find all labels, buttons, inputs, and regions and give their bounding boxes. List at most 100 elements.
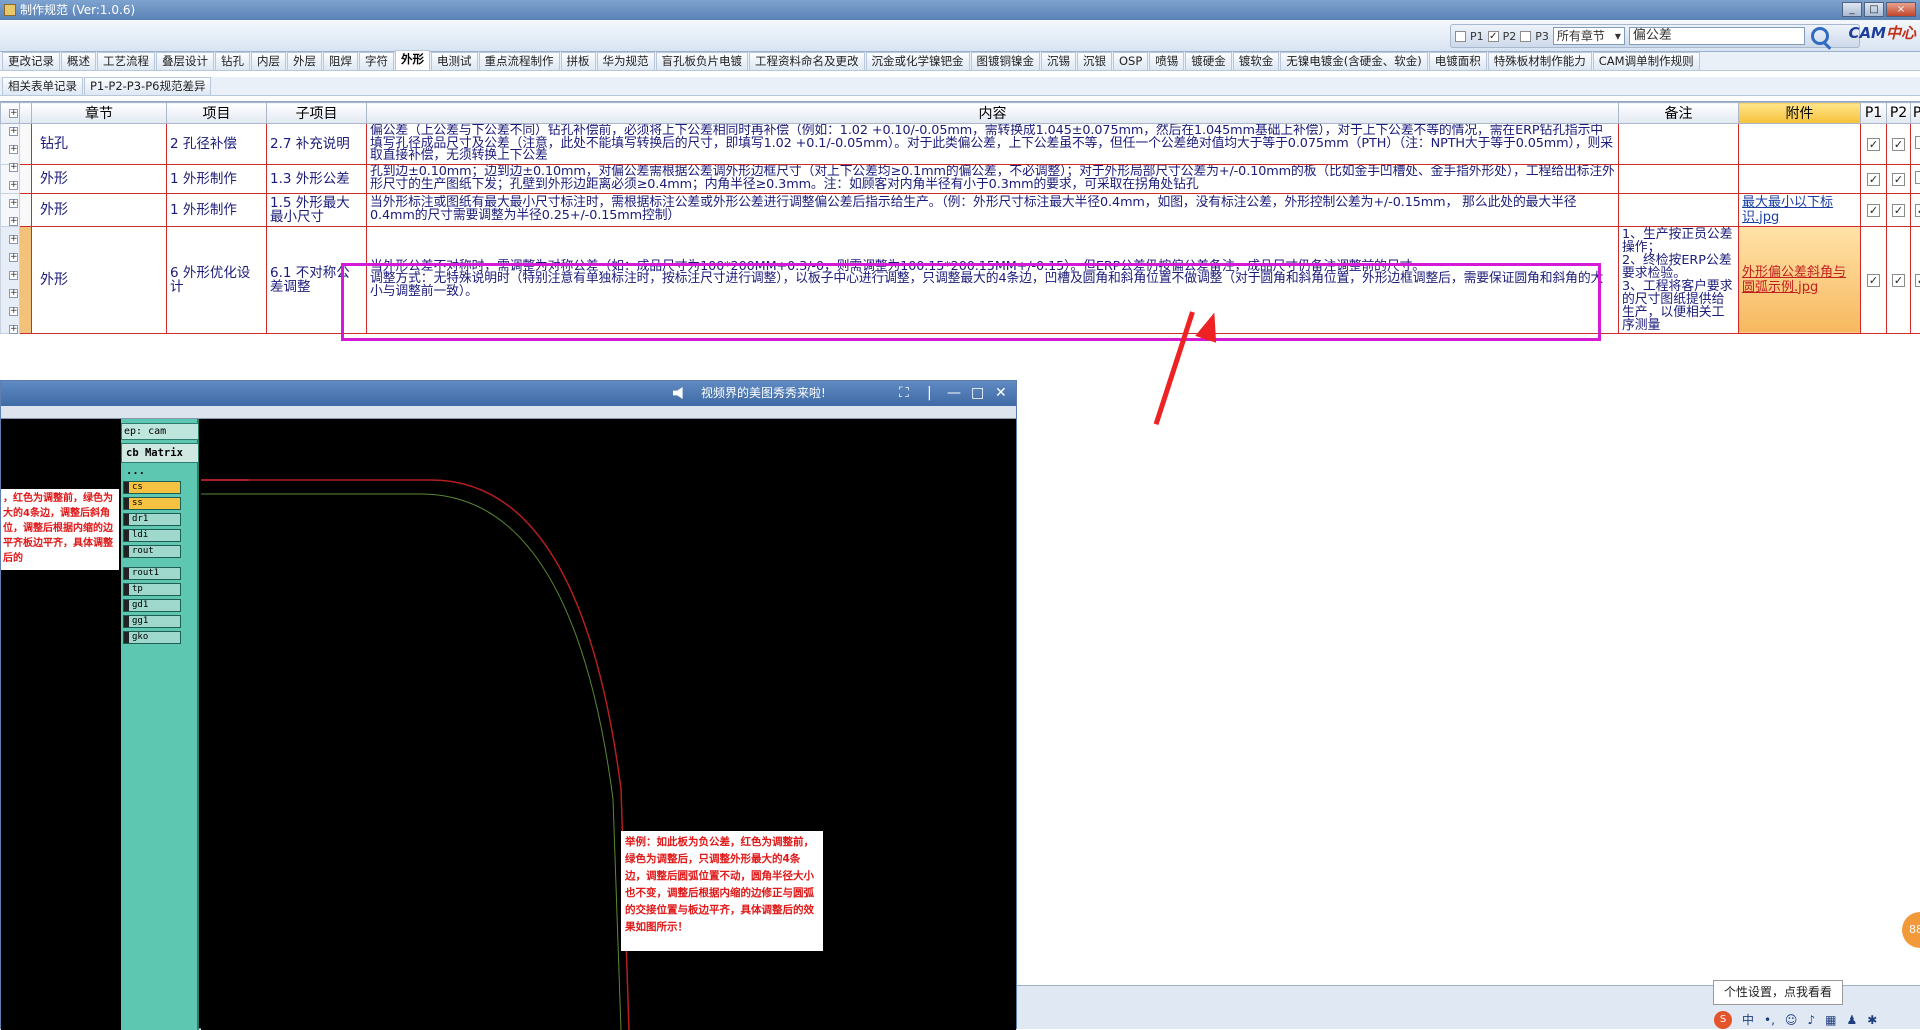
- p1-row-checkbox[interactable]: ✓: [1867, 274, 1880, 287]
- cell-p3[interactable]: [1911, 164, 1920, 193]
- p2-row-checkbox[interactable]: ✓: [1892, 138, 1905, 151]
- cell-p1[interactable]: ✓: [1861, 124, 1887, 165]
- expand-plus-icon[interactable]: +: [9, 253, 18, 262]
- emoji-icon[interactable]: ☺: [1785, 1013, 1798, 1027]
- p3-row-checkbox[interactable]: ✓: [1915, 204, 1920, 217]
- cell-note[interactable]: [1619, 124, 1739, 165]
- expand-plus-icon[interactable]: +: [9, 307, 18, 316]
- cell-chapter[interactable]: 外形: [32, 193, 167, 226]
- cell-p1[interactable]: ✓: [1861, 193, 1887, 226]
- cell-content[interactable]: 孔到边±0.10mm；边到边±0.10mm，对偏公差需根据公差调外形边框尺寸（对…: [367, 164, 1619, 193]
- cell-content[interactable]: 偏公差（上公差与下公差不同）钻孔补偿前，必须将上下公差相同时再补偿（例如：1.0…: [367, 124, 1619, 165]
- layer-item[interactable]: ss: [123, 497, 181, 510]
- tab-7[interactable]: 阻焊: [323, 52, 358, 70]
- p2-row-checkbox[interactable]: ✓: [1892, 204, 1905, 217]
- layer-item[interactable]: ldi: [123, 529, 181, 542]
- header-content[interactable]: 内容: [367, 103, 1619, 124]
- header-p1[interactable]: P1: [1861, 103, 1887, 124]
- tab-13[interactable]: 华为规范: [597, 52, 655, 70]
- tab-20[interactable]: OSP: [1113, 52, 1148, 70]
- mic-icon[interactable]: ♪: [1807, 1013, 1815, 1027]
- cell-p3[interactable]: [1911, 124, 1920, 165]
- layer-item[interactable]: dr1: [123, 513, 181, 526]
- cell-p3[interactable]: ✓: [1911, 226, 1920, 333]
- cell-p3[interactable]: ✓: [1911, 193, 1920, 226]
- expand-plus-icon[interactable]: +: [9, 235, 18, 244]
- maximize-button[interactable]: □: [1864, 2, 1884, 17]
- cell-subitem[interactable]: 1.5 外形最大最小尺寸: [267, 193, 367, 226]
- tab-6[interactable]: 外层: [287, 52, 322, 70]
- table-row[interactable]: 外形1 外形制作1.3 外形公差孔到边±0.10mm；边到边±0.10mm，对偏…: [1, 164, 1920, 193]
- tab-1[interactable]: 概述: [61, 52, 96, 70]
- cell-note[interactable]: 1、生产按正员公差操作； 2、终检按ERP公差要求检验。 3、工程将客户要求的尺…: [1619, 226, 1739, 333]
- header-chapter[interactable]: 章节: [32, 103, 167, 124]
- cell-item[interactable]: 1 外形制作: [167, 164, 267, 193]
- expand-plus-icon[interactable]: +: [9, 271, 18, 280]
- cell-p1[interactable]: ✓: [1861, 164, 1887, 193]
- floating-badge-button[interactable]: 88: [1902, 912, 1920, 948]
- tab-row2-0[interactable]: 相关表单记录: [2, 77, 83, 95]
- expand-plus-icon[interactable]: +: [9, 127, 18, 136]
- user-icon[interactable]: ♟: [1846, 1013, 1857, 1027]
- expand-plus-icon[interactable]: +: [9, 181, 18, 190]
- tab-18[interactable]: 沉锡: [1041, 52, 1076, 70]
- minimize-button[interactable]: _: [1842, 2, 1862, 17]
- tab-16[interactable]: 沉金或化学镍钯金: [866, 52, 970, 70]
- expand-plus-icon[interactable]: +: [9, 217, 18, 226]
- cell-p2[interactable]: ✓: [1887, 226, 1911, 333]
- cell-note[interactable]: [1619, 164, 1739, 193]
- cell-p2[interactable]: ✓: [1887, 193, 1911, 226]
- cell-item[interactable]: 6 外形优化设计: [167, 226, 267, 333]
- p1-row-checkbox[interactable]: ✓: [1867, 204, 1880, 217]
- p3-row-checkbox[interactable]: [1915, 171, 1920, 184]
- expand-plus-icon[interactable]: +: [9, 325, 18, 334]
- cell-item[interactable]: 2 孔径补偿: [167, 124, 267, 165]
- ime-icon[interactable]: S: [1714, 1011, 1732, 1029]
- attachment-link[interactable]: 外形偏公差斜角与圆弧示例.jpg: [1742, 265, 1846, 295]
- ime-mode-label[interactable]: 中: [1742, 1011, 1754, 1028]
- cell-subitem[interactable]: 1.3 外形公差: [267, 164, 367, 193]
- cell-subitem[interactable]: 2.7 补充说明: [267, 124, 367, 165]
- expand-plus-icon[interactable]: +: [9, 109, 18, 118]
- tab-15[interactable]: 工程资料命名及更改: [749, 52, 865, 70]
- search-icon[interactable]: [1811, 27, 1829, 45]
- tab-5[interactable]: 内层: [251, 52, 286, 70]
- tab-17[interactable]: 图镀铜镍金: [971, 52, 1041, 70]
- header-subitem[interactable]: 子项目: [267, 103, 367, 124]
- tab-3[interactable]: 叠层设计: [156, 52, 214, 70]
- header-note[interactable]: 备注: [1619, 103, 1739, 124]
- screenshot-icon[interactable]: ⛶: [899, 386, 909, 400]
- tab-2[interactable]: 工艺流程: [97, 52, 155, 70]
- cell-chapter[interactable]: 外形: [32, 226, 167, 333]
- layer-item[interactable]: rout: [123, 545, 181, 558]
- p2-row-checkbox[interactable]: ✓: [1892, 274, 1905, 287]
- layer-item[interactable]: gd1: [123, 599, 181, 612]
- matrix-button[interactable]: cb Matrix ...: [121, 443, 199, 463]
- p2-checkbox[interactable]: ✓: [1488, 31, 1499, 42]
- tab-19[interactable]: 沉银: [1077, 52, 1112, 70]
- tab-4[interactable]: 钻孔: [215, 52, 250, 70]
- header-p3[interactable]: P3: [1911, 103, 1920, 124]
- cell-chapter[interactable]: 钻孔: [32, 124, 167, 165]
- layer-item[interactable]: rout1: [123, 567, 181, 580]
- p1-row-checkbox[interactable]: ✓: [1867, 138, 1880, 151]
- expand-plus-icon[interactable]: +: [9, 145, 18, 154]
- cell-attachment[interactable]: 最大最小以下标识.jpg: [1739, 193, 1861, 226]
- tab-0[interactable]: 更改记录: [2, 52, 60, 70]
- cell-attachment[interactable]: [1739, 124, 1861, 165]
- expand-plus-icon[interactable]: +: [9, 289, 18, 298]
- tools-icon[interactable]: ✱: [1867, 1013, 1877, 1027]
- tab-27[interactable]: CAM调单制作规则: [1593, 52, 1700, 70]
- close-button[interactable]: ×: [1886, 2, 1916, 17]
- cell-item[interactable]: 1 外形制作: [167, 193, 267, 226]
- cell-note[interactable]: [1619, 193, 1739, 226]
- p3-checkbox[interactable]: [1520, 31, 1531, 42]
- attachment-link[interactable]: 最大最小以下标识.jpg: [1742, 195, 1833, 225]
- minimize-icon[interactable]: —: [947, 386, 961, 400]
- header-attachment[interactable]: 附件: [1739, 103, 1861, 124]
- layer-item[interactable]: gg1: [123, 615, 181, 628]
- header-p2[interactable]: P2: [1887, 103, 1911, 124]
- cell-p1[interactable]: ✓: [1861, 226, 1887, 333]
- p1-row-checkbox[interactable]: ✓: [1867, 173, 1880, 186]
- p1-checkbox[interactable]: [1455, 31, 1466, 42]
